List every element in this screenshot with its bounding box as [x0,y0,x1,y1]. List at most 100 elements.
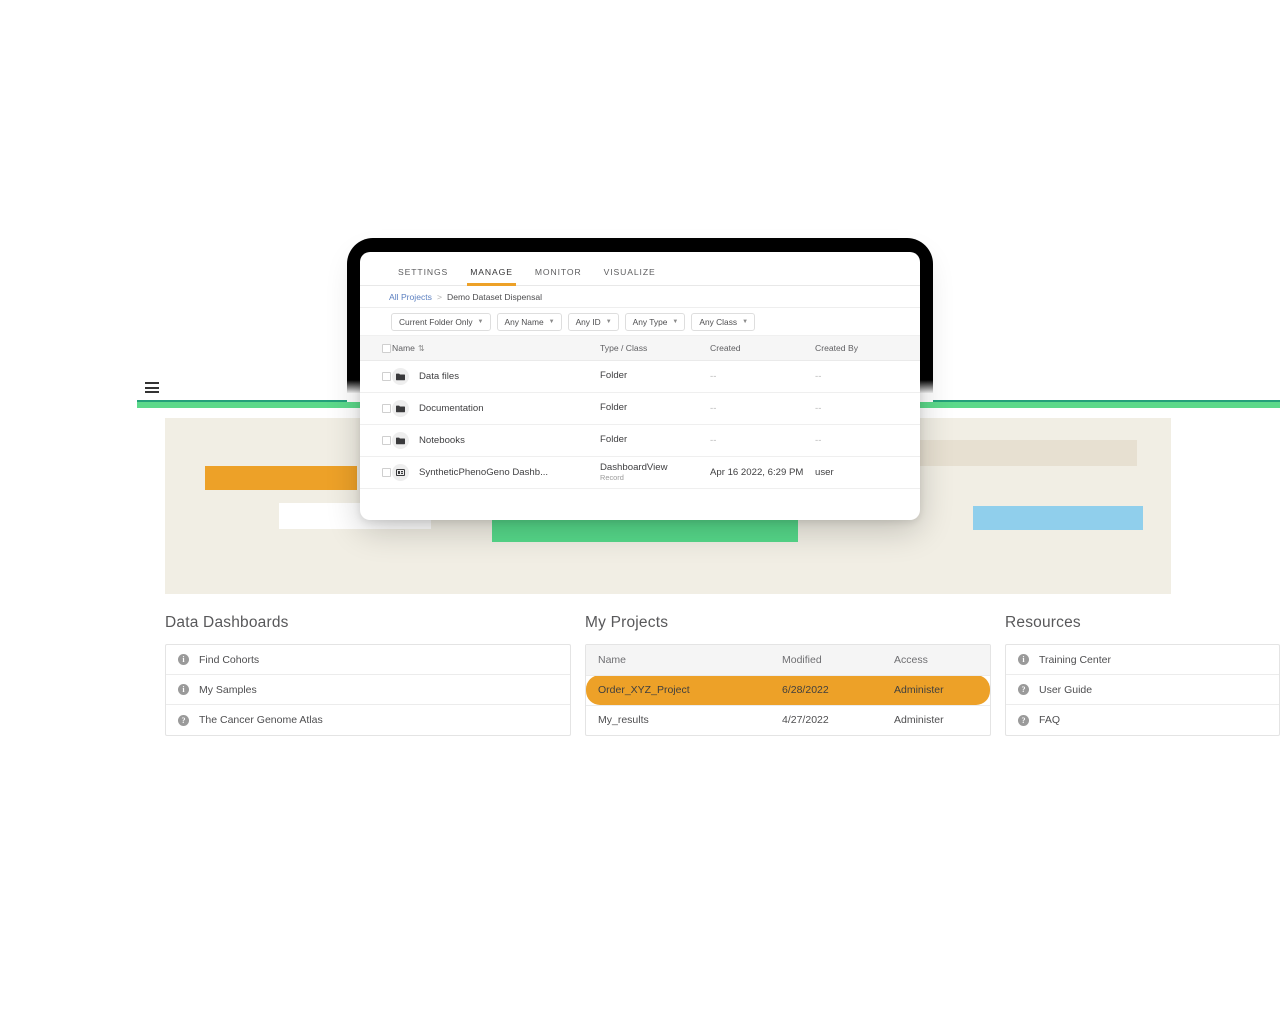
breadcrumb: All Projects > Demo Dataset Dispensal [360,286,920,308]
project-access: Administer [894,714,944,727]
row-created-by-cell: -- [815,435,822,446]
row-type-label: Folder [600,370,628,382]
hamburger-menu-icon[interactable] [145,382,159,393]
tab-settings[interactable]: SETTINGS [398,267,448,285]
row-checkbox[interactable] [360,404,392,413]
column-header-name[interactable]: Name [586,645,770,676]
my-projects-table-wrap: Name Modified Access Order_XYZ_Project 6… [585,644,991,736]
filter-label: Any ID [575,316,601,327]
row-created-cell: -- [710,435,717,446]
list-item[interactable]: i My Samples [166,675,570,705]
select-all-checkbox[interactable] [360,343,392,353]
filter-bar: Current Folder Only ▼ Any Name ▼ Any ID … [360,308,920,336]
resources-card: Resources i Training Center ? User Guide… [1005,614,1280,736]
chevron-down-icon: ▼ [605,318,612,325]
folder-icon [392,432,409,449]
filter-any-name[interactable]: Any Name ▼ [496,312,562,331]
row-subtype-label: Record [600,472,624,482]
row-type-label: DashboardView [600,461,668,473]
column-header-type-class[interactable]: Type / Class [600,343,710,353]
tab-manage[interactable]: MANAGE [467,267,516,286]
list-item-label: User Guide [1039,683,1093,696]
row-type-cell: DashboardView Record [600,461,710,483]
filter-label: Any Class [699,316,738,327]
row-name-cell: SyntheticPhenoGeno Dashb... [392,464,600,481]
folder-icon [392,400,409,417]
my-projects-card: My Projects Name Modified Access Order_X… [585,614,991,736]
column-header-created-by[interactable]: Created By [815,343,905,353]
table-header-row: Name Modified Access [586,645,990,676]
row-created-cell: -- [710,371,717,382]
my-projects-title: My Projects [585,614,669,631]
project-modified: 6/28/2022 [770,675,882,706]
data-dashboards-title: Data Dashboards [165,614,289,631]
table-row[interactable]: My_results 4/27/2022 Administer [586,705,990,735]
row-name-cell: Notebooks [392,432,600,449]
row-name-label: Documentation [419,403,484,414]
row-name-label: SyntheticPhenoGeno Dashb... [419,467,549,478]
row-type-cell: Folder [600,403,710,413]
list-item-label: My Samples [199,683,257,696]
list-item[interactable]: i Training Center [1006,645,1279,675]
info-circle-icon: i [178,684,189,695]
column-header-modified[interactable]: Modified [770,645,882,676]
resources-title: Resources [1005,614,1081,631]
chevron-down-icon: ▼ [672,318,679,325]
help-circle-icon: ? [1018,684,1029,695]
table-row[interactable]: Order_XYZ_Project 6/28/2022 Administer [586,675,990,706]
list-item-label: FAQ [1039,714,1061,726]
beige-placeholder-block [905,440,1137,466]
list-item-label: Training Center [1039,653,1111,666]
table-row[interactable]: Notebooks Folder -- -- [360,425,920,457]
row-type-label: Folder [600,434,628,446]
column-header-created[interactable]: Created [710,343,815,353]
row-created-by-cell: -- [815,371,822,382]
row-type-cell: Folder [600,435,710,445]
row-checkbox[interactable] [360,436,392,445]
row-name-cell: Documentation [392,400,600,417]
list-item[interactable]: i Find Cohorts [166,645,570,675]
data-dashboards-list: i Find Cohorts i My Samples ? The Cancer… [165,644,571,736]
blue-placeholder-block [973,506,1143,530]
help-circle-icon: ? [178,714,189,726]
breadcrumb-current: Demo Dataset Dispensal [447,291,543,302]
row-type-cell: Folder [600,371,710,381]
filter-label: Current Folder Only [399,316,473,327]
filter-label: Any Type [632,316,668,327]
dashboard-record-icon [392,464,409,481]
row-name-cell: Data files [392,368,600,385]
filter-any-id[interactable]: Any ID ▼ [567,312,619,331]
project-access: Administer [882,675,990,706]
project-modified: 4/27/2022 [782,714,829,727]
overlay-tab-bar: SETTINGS MANAGE MONITOR VISUALIZE [360,252,920,286]
screenshot-stage: Data Dashboards i Find Cohorts i My Samp… [0,0,1280,1024]
filter-any-type[interactable]: Any Type ▼ [624,312,686,331]
chevron-down-icon: ▼ [477,318,484,325]
column-header-name[interactable]: Name ⇅ [392,343,600,353]
row-type-label: Folder [600,402,628,414]
list-item[interactable]: ? The Cancer Genome Atlas [166,705,570,735]
list-item[interactable]: ? User Guide [1006,675,1279,705]
column-header-access[interactable]: Access [882,645,990,676]
orange-placeholder-block [205,466,357,490]
filter-any-class[interactable]: Any Class ▼ [691,312,756,331]
row-checkbox[interactable] [360,372,392,381]
filter-label: Any Name [504,316,544,327]
chevron-down-icon: ▼ [742,318,749,325]
table-row[interactable]: Data files Folder -- -- [360,361,920,393]
sort-icon[interactable]: ⇅ [418,344,425,353]
filter-current-folder-only[interactable]: Current Folder Only ▼ [391,312,491,331]
list-item[interactable]: ? FAQ [1006,705,1279,735]
row-created-by-cell: user [815,467,834,478]
tab-monitor[interactable]: MONITOR [535,267,582,285]
tab-visualize[interactable]: VISUALIZE [604,267,656,285]
row-checkbox[interactable] [360,468,392,477]
column-header-name-label: Name [392,343,415,353]
row-name-label: Notebooks [419,435,465,446]
table-row[interactable]: SyntheticPhenoGeno Dashb... DashboardVie… [360,457,920,489]
chevron-down-icon: ▼ [548,318,555,325]
row-created-cell: -- [710,403,717,414]
breadcrumb-root-link[interactable]: All Projects [389,292,432,302]
file-browser-overlay: SETTINGS MANAGE MONITOR VISUALIZE All Pr… [360,252,920,520]
table-row[interactable]: Documentation Folder -- -- [360,393,920,425]
